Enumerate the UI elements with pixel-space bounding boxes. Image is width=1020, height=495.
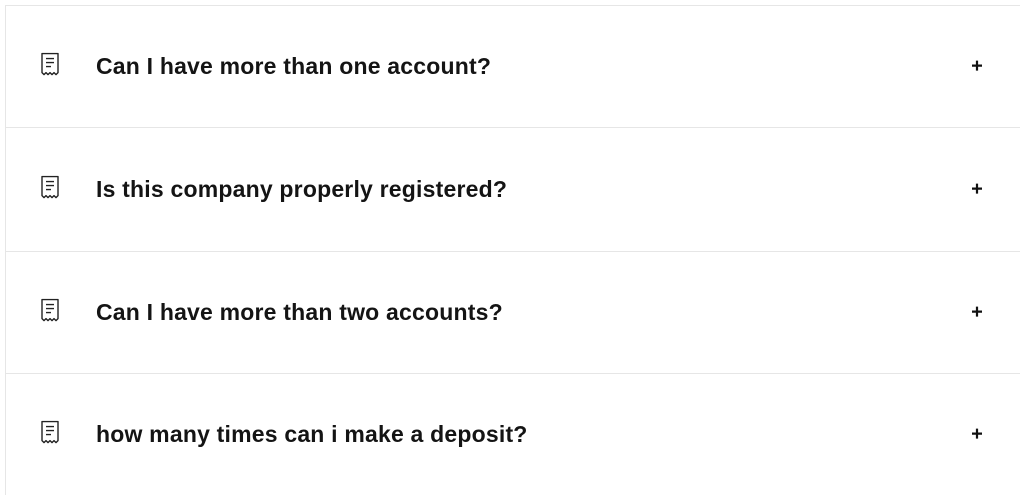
plus-icon[interactable] (970, 58, 984, 72)
faq-item-2[interactable]: Is this company properly registered? (6, 128, 1020, 252)
faq-question: Can I have more than two accounts? (96, 298, 503, 325)
faq-question: how many times can i make a deposit? (96, 420, 528, 447)
plus-icon[interactable] (970, 426, 984, 440)
faq-item-3[interactable]: Can I have more than two accounts? (6, 252, 1020, 374)
plus-icon[interactable] (970, 304, 984, 318)
faq-question: Is this company properly registered? (96, 175, 508, 202)
faq-item-1[interactable]: Can I have more than one account? (6, 6, 1020, 128)
receipt-icon (41, 52, 59, 75)
receipt-icon (41, 420, 59, 443)
faq-accordion: Can I have more than one account? Is thi… (5, 5, 1020, 495)
receipt-icon (41, 175, 59, 198)
receipt-icon (41, 298, 59, 321)
faq-question: Can I have more than one account? (96, 52, 492, 79)
plus-icon[interactable] (970, 181, 984, 195)
faq-item-4[interactable]: how many times can i make a deposit? (6, 374, 1020, 495)
